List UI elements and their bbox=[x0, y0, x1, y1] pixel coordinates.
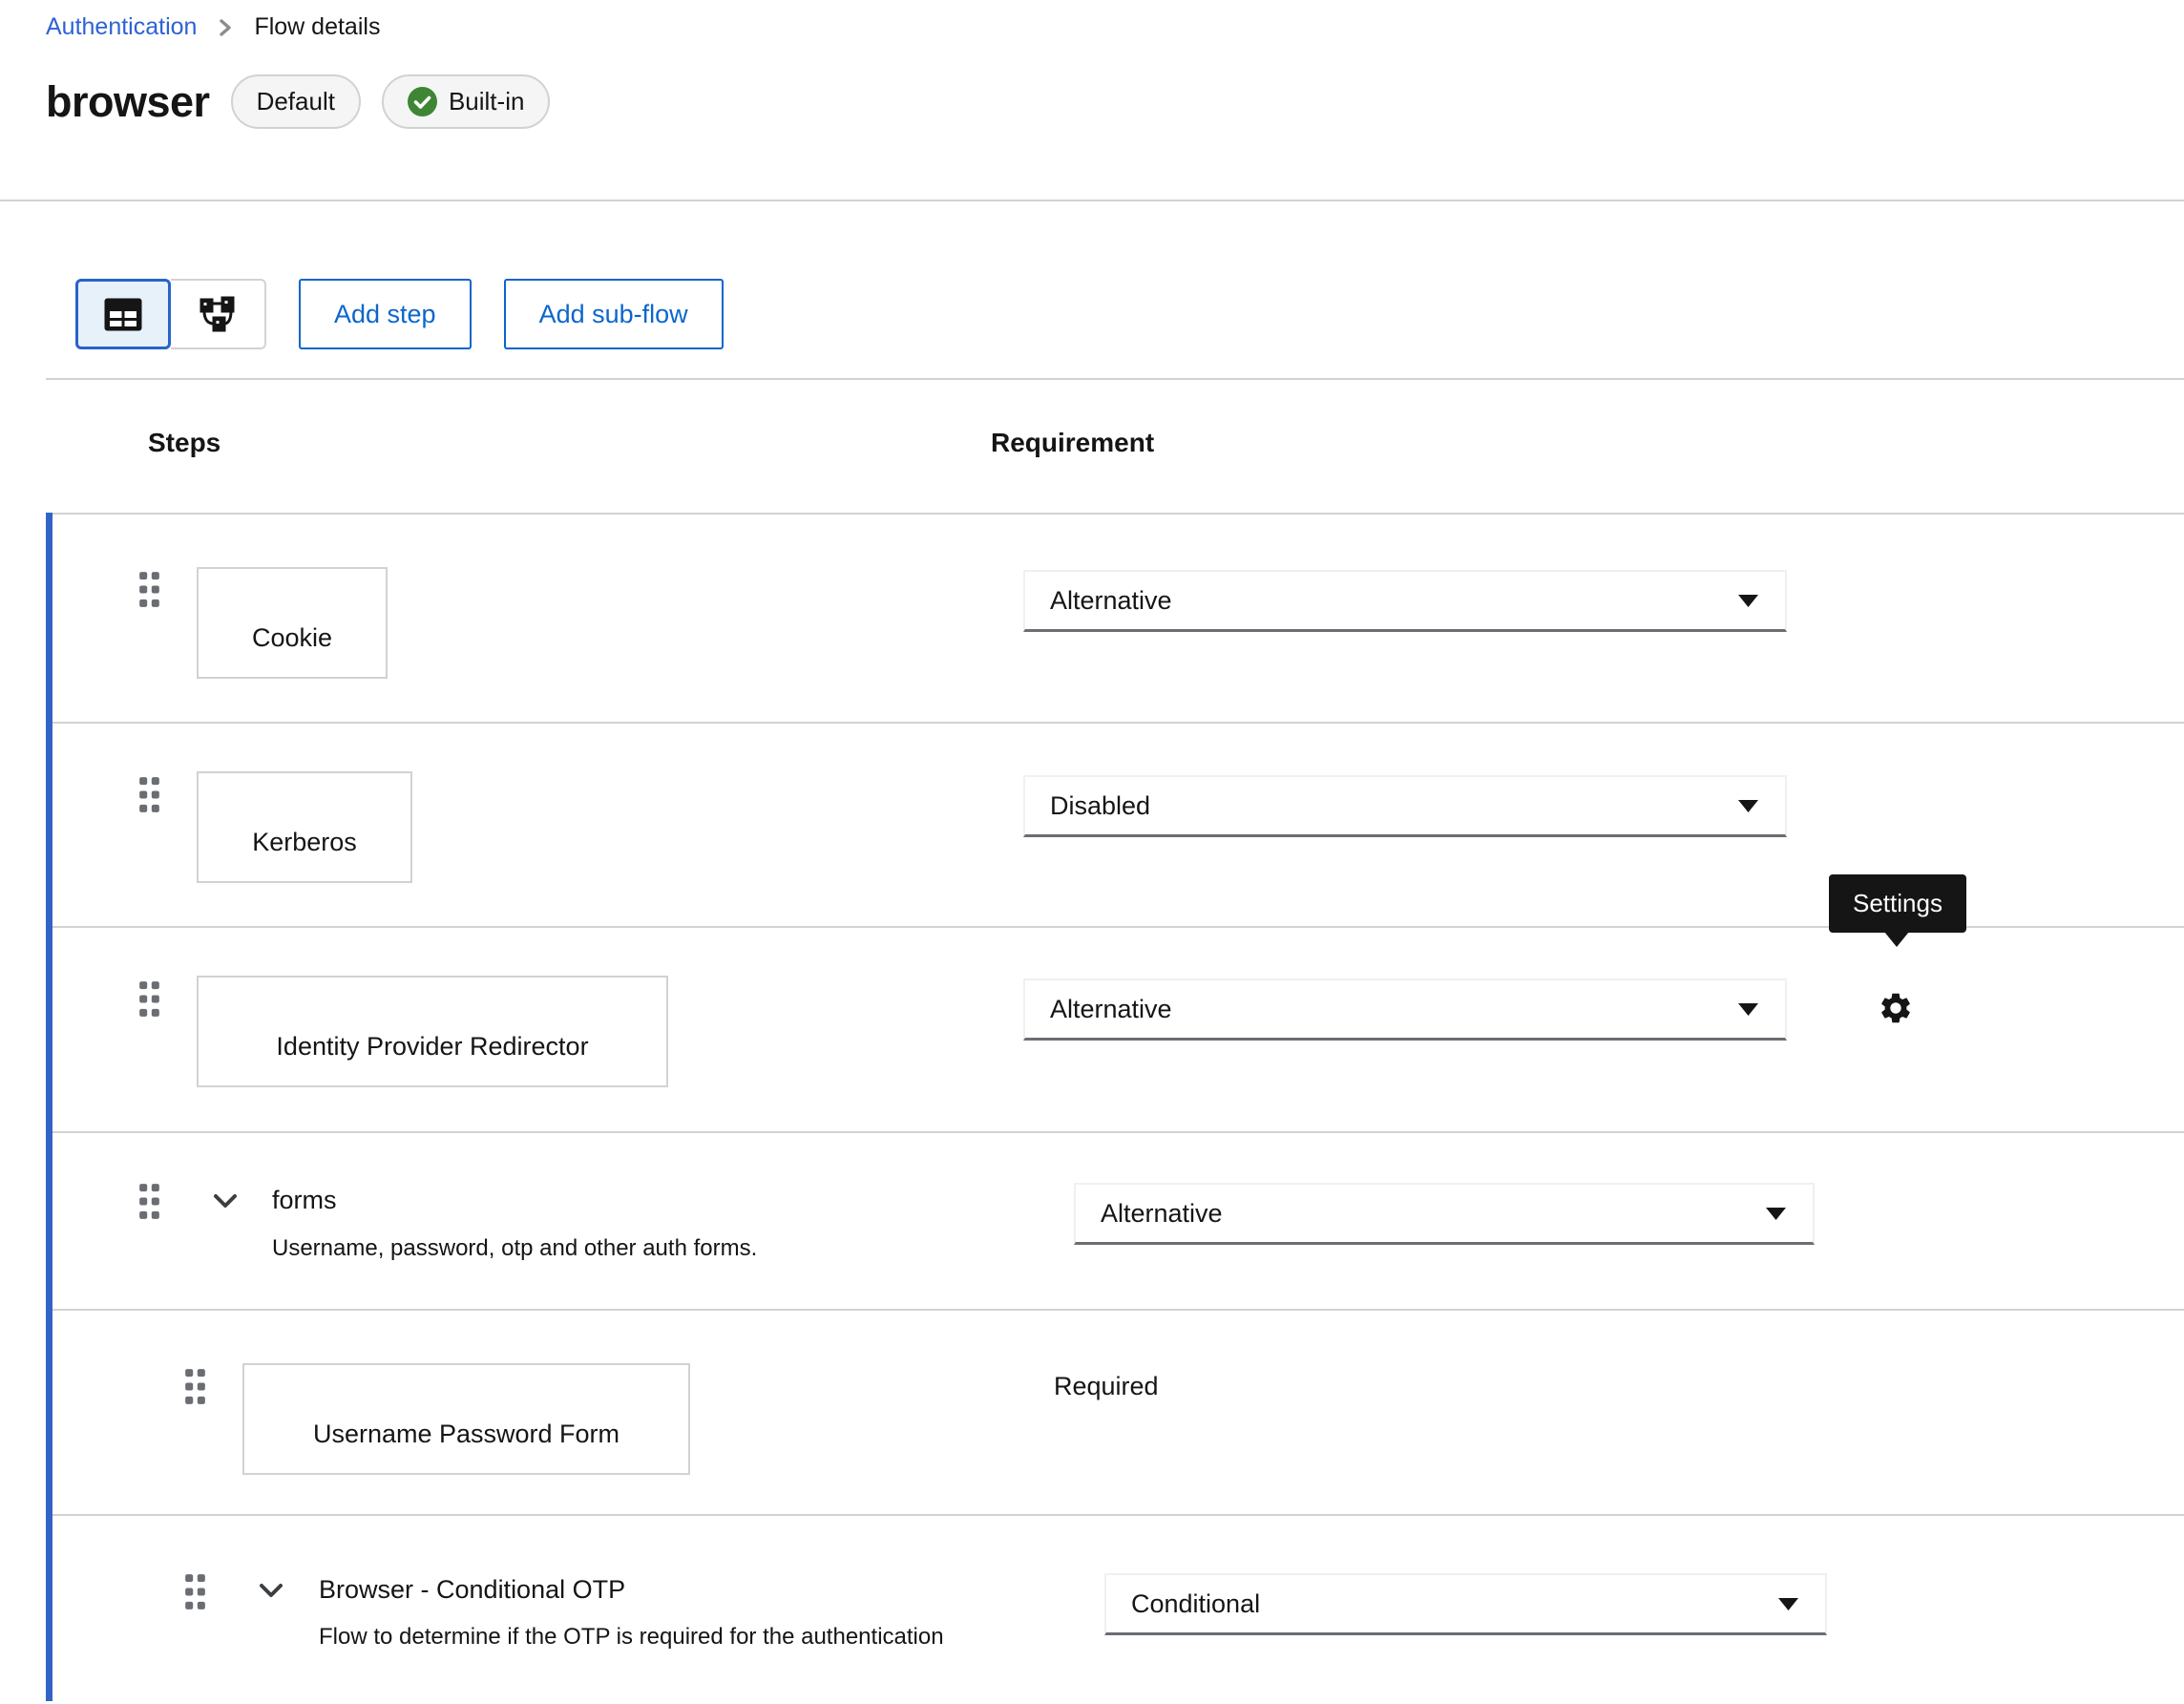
requirement-select-browser-conditional-otp[interactable]: Conditional bbox=[1104, 1573, 1827, 1635]
page-header: browser Default Built-in bbox=[46, 74, 550, 129]
step-card-identity-provider-redirector: Identity Provider Redirector bbox=[197, 976, 668, 1087]
settings-tooltip: Settings bbox=[1829, 874, 1966, 933]
table-row-identity-provider-redirector: Identity Provider Redirector Alternative… bbox=[52, 926, 2184, 1131]
drag-handle-icon[interactable] bbox=[138, 1184, 160, 1219]
requirement-value: Alternative bbox=[1101, 1199, 1223, 1229]
step-card-kerberos: Kerberos bbox=[197, 771, 412, 883]
table-row-browser-conditional-otp: Browser - Conditional OTP Flow to determ… bbox=[52, 1514, 2184, 1704]
check-circle-icon bbox=[408, 87, 437, 116]
requirement-value: Conditional bbox=[1131, 1589, 1260, 1619]
caret-down-icon bbox=[1766, 1208, 1786, 1220]
toolbar-divider bbox=[46, 378, 2184, 380]
breadcrumb-link-authentication[interactable]: Authentication bbox=[46, 13, 197, 41]
step-card-username-password-form: Username Password Form bbox=[242, 1363, 690, 1475]
table-row-forms: forms Username, password, otp and other … bbox=[52, 1131, 2184, 1309]
diagram-icon bbox=[197, 295, 239, 333]
add-subflow-button[interactable]: Add sub-flow bbox=[504, 279, 724, 349]
drag-handle-icon[interactable] bbox=[138, 981, 160, 1017]
header-divider bbox=[0, 200, 2184, 201]
subflow-description: Flow to determine if the OTP is required… bbox=[319, 1624, 944, 1651]
caret-down-icon bbox=[1738, 1003, 1758, 1016]
default-badge: Default bbox=[231, 74, 361, 129]
caret-down-icon bbox=[1738, 595, 1758, 607]
table-row-cookie: Cookie Alternative bbox=[52, 513, 2184, 722]
step-name: Identity Provider Redirector bbox=[276, 1032, 588, 1062]
page-title: browser bbox=[46, 77, 210, 127]
requirement-value: Alternative bbox=[1050, 995, 1172, 1024]
breadcrumb-current: Flow details bbox=[254, 13, 380, 41]
subflow-name-browser-conditional-otp: Browser - Conditional OTP bbox=[319, 1575, 625, 1605]
step-name: Username Password Form bbox=[313, 1420, 620, 1449]
gear-icon[interactable] bbox=[1878, 990, 1914, 1026]
requirement-value: Alternative bbox=[1050, 586, 1172, 616]
built-in-badge: Built-in bbox=[382, 74, 550, 129]
requirement-text-required: Required bbox=[1054, 1372, 1159, 1401]
breadcrumb: Authentication Flow details bbox=[46, 13, 380, 41]
requirement-value: Disabled bbox=[1050, 791, 1150, 821]
step-card-cookie: Cookie bbox=[197, 567, 388, 679]
breadcrumb-separator-icon bbox=[218, 17, 233, 38]
step-name: Cookie bbox=[252, 623, 332, 653]
settings-tooltip-label: Settings bbox=[1853, 889, 1942, 917]
selected-flow-indicator-bar bbox=[46, 513, 52, 1701]
step-name: Kerberos bbox=[252, 828, 357, 857]
drag-handle-icon[interactable] bbox=[184, 1574, 206, 1609]
chevron-down-icon[interactable] bbox=[213, 1193, 238, 1209]
add-step-button[interactable]: Add step bbox=[299, 279, 472, 349]
diagram-view-button[interactable] bbox=[171, 279, 266, 349]
column-header-requirement: Requirement bbox=[991, 428, 1154, 458]
column-header-steps: Steps bbox=[148, 428, 220, 458]
drag-handle-icon[interactable] bbox=[138, 572, 160, 607]
drag-handle-icon[interactable] bbox=[138, 777, 160, 812]
subflow-description: Username, password, otp and other auth f… bbox=[272, 1235, 757, 1262]
built-in-badge-label: Built-in bbox=[449, 87, 524, 116]
flow-steps-table: Cookie Alternative Kerberos Disabled bbox=[0, 513, 2184, 1701]
requirement-select-kerberos[interactable]: Disabled bbox=[1023, 775, 1787, 837]
view-toggle-group bbox=[75, 279, 266, 349]
caret-down-icon bbox=[1778, 1598, 1798, 1610]
table-view-button[interactable] bbox=[75, 279, 171, 349]
table-icon bbox=[103, 297, 143, 332]
requirement-select-cookie[interactable]: Alternative bbox=[1023, 570, 1787, 632]
toolbar: Add step Add sub-flow bbox=[75, 279, 724, 349]
subflow-name-forms: forms bbox=[272, 1186, 337, 1215]
requirement-select-identity-provider-redirector[interactable]: Alternative bbox=[1023, 978, 1787, 1041]
requirement-select-forms[interactable]: Alternative bbox=[1074, 1183, 1815, 1245]
default-badge-label: Default bbox=[257, 87, 335, 116]
caret-down-icon bbox=[1738, 800, 1758, 812]
drag-handle-icon[interactable] bbox=[184, 1369, 206, 1404]
table-row-username-password-form: Username Password Form Required bbox=[52, 1309, 2184, 1514]
chevron-down-icon[interactable] bbox=[259, 1583, 284, 1598]
